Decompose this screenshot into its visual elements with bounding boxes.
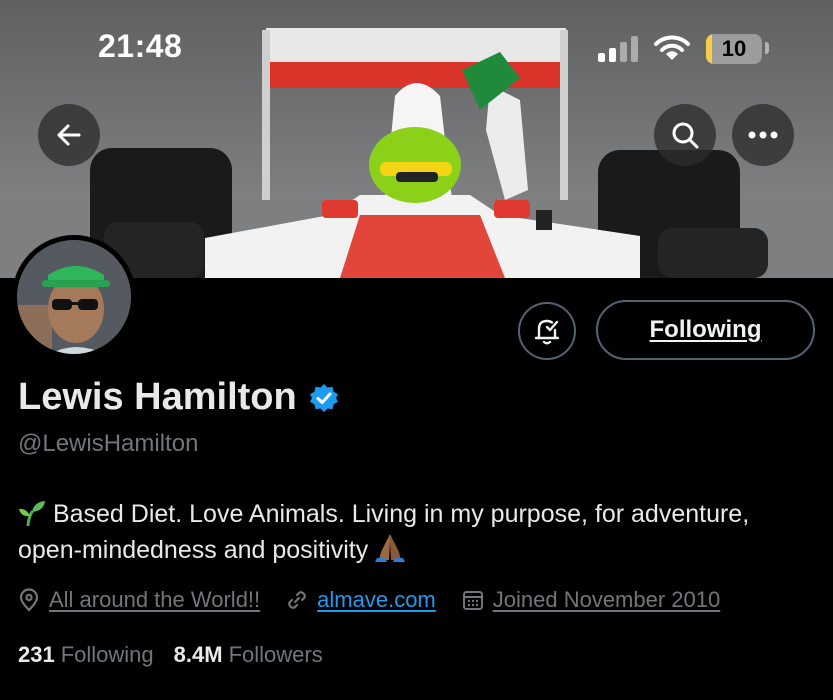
display-name: Lewis Hamilton	[18, 376, 297, 418]
search-button[interactable]	[654, 104, 716, 166]
more-horizontal-icon	[748, 131, 778, 139]
location-item: All around the World!!	[18, 587, 260, 613]
battery-level: 10	[721, 36, 747, 61]
website-item[interactable]: almave.com	[286, 587, 436, 613]
location-text: All around the World!!	[49, 587, 261, 612]
battery-icon: 10	[706, 34, 762, 64]
location-pin-icon	[19, 588, 39, 612]
profile-avatar[interactable]	[12, 235, 136, 359]
user-handle: @LewisHamilton	[18, 430, 199, 457]
profile-screen: 21:48 10 Following Lewis Hamilton @Lewis…	[0, 0, 833, 700]
profile-meta-row: All around the World!! almave.com Joined…	[18, 584, 746, 616]
profile-banner[interactable]: 21:48 10	[0, 0, 833, 278]
website-link[interactable]: almave.com	[317, 587, 436, 613]
followers-count: 8.4M	[173, 642, 223, 667]
display-name-row: Lewis Hamilton	[18, 376, 339, 419]
battery-nub	[765, 42, 769, 54]
following-count: 231	[18, 642, 55, 667]
avatar-image	[12, 235, 136, 359]
joined-item: Joined November 2010	[462, 587, 720, 613]
back-arrow-icon	[57, 124, 81, 146]
status-time: 21:48	[98, 28, 183, 64]
following-count-link[interactable]: 231 Following	[18, 642, 154, 668]
calendar-icon	[462, 591, 483, 610]
cellular-signal-icon	[598, 36, 644, 62]
back-button[interactable]	[38, 104, 100, 166]
followers-count-link[interactable]: 8.4M Followers	[174, 642, 323, 668]
folded-hands-icon	[375, 534, 406, 562]
following-label: Following	[60, 642, 154, 667]
joined-date: Joined November 2010	[492, 587, 721, 612]
follow-stats-row: 231 Following 8.4M Followers	[18, 642, 343, 668]
more-options-button[interactable]	[732, 104, 794, 166]
following-button[interactable]: Following	[596, 300, 815, 360]
wifi-icon	[654, 35, 690, 60]
verified-badge-icon[interactable]	[309, 383, 339, 413]
bio: Based Diet. Love Animals. Living in my p…	[18, 496, 818, 568]
seedling-icon	[19, 501, 45, 526]
notifications-button[interactable]	[518, 302, 576, 360]
followers-label: Followers	[228, 642, 323, 667]
search-icon	[672, 122, 699, 149]
link-icon	[288, 591, 306, 609]
bell-check-icon	[534, 319, 560, 345]
